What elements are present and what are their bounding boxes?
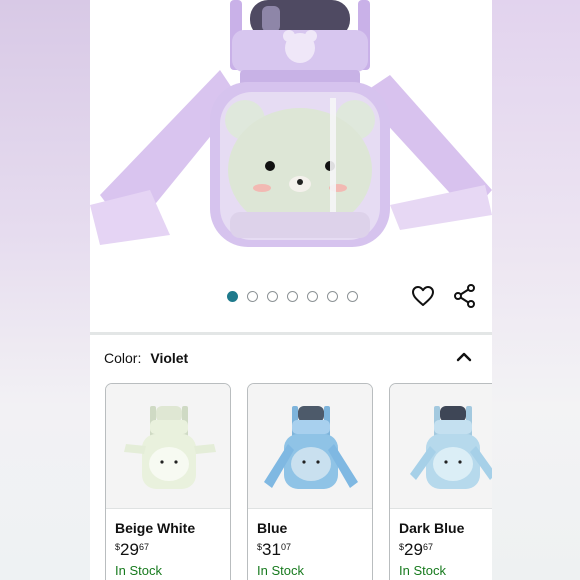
pager-dot[interactable] <box>267 290 278 302</box>
product-page: Color: Violet Beige White $2967 In Stock… <box>90 0 492 580</box>
color-swatch-carousel[interactable]: Beige White $2967 In Stock Blue $3107 In… <box>105 383 492 580</box>
swatch-image <box>106 384 230 509</box>
chevron-up-icon <box>456 352 472 362</box>
stock-status: In Stock <box>399 563 446 578</box>
price-fraction: 67 <box>422 542 433 552</box>
blurred-backdrop-right <box>490 0 580 580</box>
price-currency: $ <box>257 542 263 552</box>
section-divider <box>90 332 492 335</box>
heart-icon <box>412 286 434 306</box>
violet-bear-bottle-illustration <box>90 0 492 247</box>
swatch-color-name: Beige White <box>115 520 196 536</box>
swatch-blue[interactable]: Blue $3107 In Stock <box>247 383 373 580</box>
swatch-price: $2967 <box>399 540 433 560</box>
swatch-dark-blue[interactable]: Dark Blue $2967 In Stock <box>389 383 492 580</box>
swatch-image <box>390 384 492 509</box>
share-icon <box>454 284 475 308</box>
pager-dot[interactable] <box>327 290 338 302</box>
price-fraction: 07 <box>280 542 291 552</box>
wishlist-heart-button[interactable] <box>410 283 436 309</box>
price-whole: 31 <box>262 540 281 559</box>
price-whole: 29 <box>120 540 139 559</box>
pager-dot[interactable] <box>227 290 238 302</box>
stock-status: In Stock <box>257 563 304 578</box>
share-button[interactable] <box>452 283 478 309</box>
pager-dot[interactable] <box>347 290 358 302</box>
color-variation-header[interactable]: Color: Violet <box>104 348 480 368</box>
swatch-price: $2967 <box>115 540 149 560</box>
swatch-color-name: Dark Blue <box>399 520 465 536</box>
collapse-colors-button[interactable] <box>454 348 474 366</box>
price-fraction: 67 <box>138 542 149 552</box>
bottle-thumbnail-icon <box>264 406 358 489</box>
price-whole: 29 <box>404 540 423 559</box>
swatch-image <box>248 384 372 509</box>
pager-dot[interactable] <box>307 290 318 302</box>
blurred-backdrop-left <box>0 0 90 580</box>
swatch-price: $3107 <box>257 540 291 560</box>
color-label: Color: <box>104 350 142 366</box>
selected-color-value: Violet <box>150 350 189 366</box>
swatch-beige-white[interactable]: Beige White $2967 In Stock <box>105 383 231 580</box>
price-currency: $ <box>399 542 405 552</box>
bottle-thumbnail-icon <box>410 406 492 489</box>
swatch-color-name: Blue <box>257 520 288 536</box>
product-main-image[interactable] <box>90 0 492 270</box>
image-pager[interactable] <box>227 289 358 303</box>
bottle-thumbnail-icon <box>124 406 216 489</box>
price-currency: $ <box>115 542 121 552</box>
stock-status: In Stock <box>115 563 162 578</box>
pager-dot[interactable] <box>247 290 258 302</box>
pager-dot[interactable] <box>287 290 298 302</box>
